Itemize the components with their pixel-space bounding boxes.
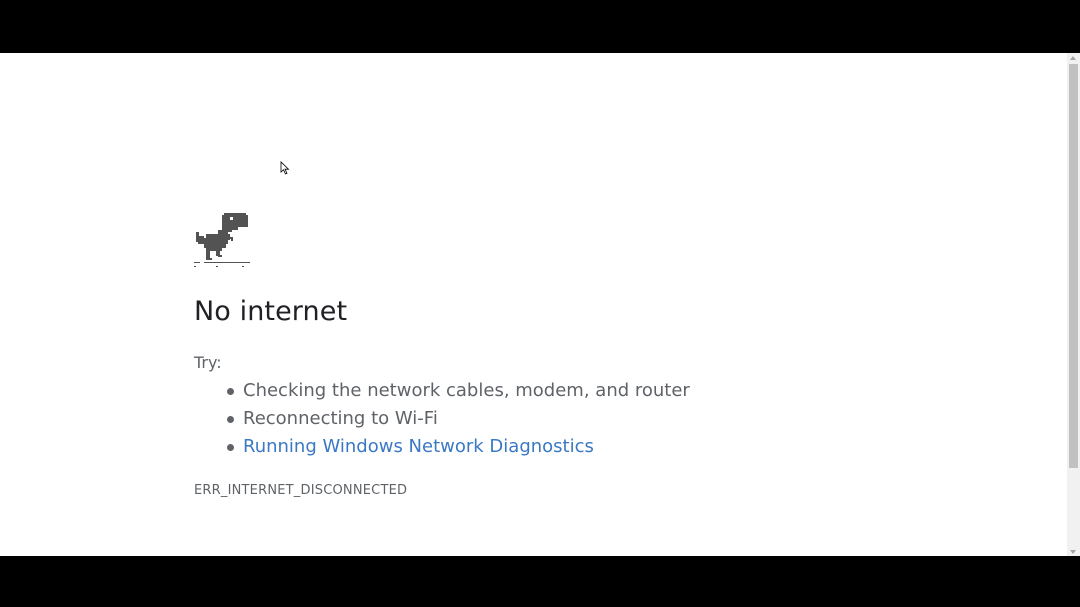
offline-dino-icon <box>194 213 250 267</box>
top-letterbox-bar <box>0 0 1080 53</box>
mouse-pointer-icon <box>280 161 290 175</box>
suggestions-list: Checking the network cables, modem, and … <box>194 377 690 461</box>
browser-viewport: No internet Try: Checking the network ca… <box>0 53 1067 556</box>
try-label: Try: <box>194 353 222 372</box>
bullet-icon <box>227 388 234 395</box>
bullet-icon <box>227 416 234 423</box>
scroll-up-arrow-icon[interactable] <box>1070 56 1076 60</box>
vertical-scrollbar[interactable] <box>1067 53 1080 556</box>
suggestion-text: Reconnecting to Wi-Fi <box>243 408 438 429</box>
scrollbar-thumb[interactable] <box>1069 64 1078 468</box>
error-code: ERR_INTERNET_DISCONNECTED <box>194 483 408 498</box>
scroll-down-arrow-icon[interactable] <box>1070 550 1076 554</box>
suggestion-reconnect-wifi: Reconnecting to Wi-Fi <box>194 405 690 433</box>
suggestion-check-cables: Checking the network cables, modem, and … <box>194 377 690 405</box>
bullet-icon <box>227 444 234 451</box>
bottom-letterbox-bar <box>0 556 1080 607</box>
suggestion-network-diagnostics: Running Windows Network Diagnostics <box>194 433 690 461</box>
suggestion-text: Checking the network cables, modem, and … <box>243 380 690 401</box>
network-diagnostics-link[interactable]: Running Windows Network Diagnostics <box>243 436 594 457</box>
page-title: No internet <box>194 296 348 327</box>
